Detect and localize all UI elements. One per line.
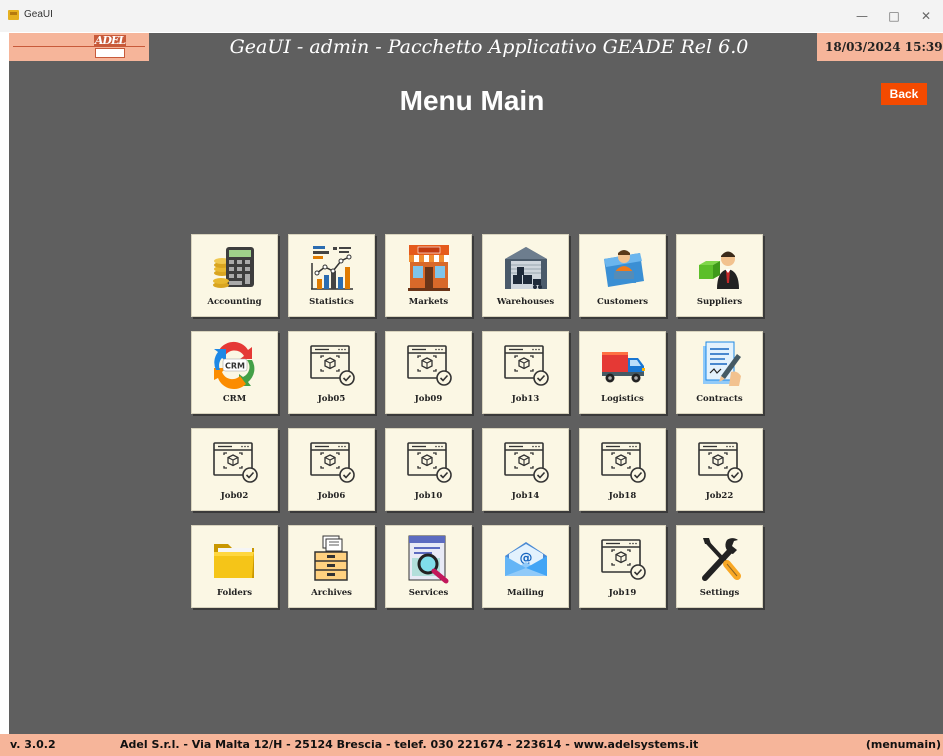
- menu-tile-label: Contracts: [696, 394, 743, 404]
- app-icon: [8, 10, 19, 20]
- menu-tile-label: Job22: [705, 491, 734, 501]
- menu-tile-settings[interactable]: Settings: [676, 525, 763, 608]
- page-title: Menu Main: [399, 85, 545, 116]
- status-footer: v. 3.0.2 Adel S.r.l. - Via Malta 12/H - …: [0, 734, 943, 756]
- job-window-icon: [600, 534, 646, 584]
- menu-tile-contracts[interactable]: Contracts: [676, 331, 763, 414]
- window-title: GeaUI: [24, 9, 53, 20]
- job-window-icon: [600, 437, 646, 487]
- menu-tile-accounting[interactable]: Accounting: [191, 234, 278, 317]
- header-title: GeaUI - admin - Pacchetto Applicativo GE…: [229, 36, 749, 58]
- job-window-icon: [406, 437, 452, 487]
- menu-tile-label: Markets: [408, 297, 449, 307]
- job-window-icon: [406, 340, 452, 390]
- menu-tile-label: Suppliers: [696, 297, 743, 307]
- job-window-icon: [309, 437, 355, 487]
- menu-tile-job10[interactable]: Job10: [385, 428, 472, 511]
- menu-tile-customers[interactable]: Customers: [579, 234, 666, 317]
- menu-tile-job06[interactable]: Job06: [288, 428, 375, 511]
- menu-tile-warehouses[interactable]: Warehouses: [482, 234, 569, 317]
- menu-tile-label: Job10: [414, 491, 443, 501]
- menu-tile-markets[interactable]: Markets: [385, 234, 472, 317]
- menu-tile-job05[interactable]: Job05: [288, 331, 375, 414]
- menu-tile-job22[interactable]: Job22: [676, 428, 763, 511]
- back-button[interactable]: Back: [881, 83, 927, 105]
- wrench-screwdriver-icon: [697, 534, 743, 584]
- menu-tile-label: Warehouses: [496, 297, 555, 307]
- close-button[interactable]: ✕: [912, 4, 940, 28]
- menu-tile-job02[interactable]: Job02: [191, 428, 278, 511]
- menu-tile-label: Archives: [311, 588, 352, 598]
- menu-tile-job13[interactable]: Job13: [482, 331, 569, 414]
- menu-tile-label: Job06: [317, 491, 346, 501]
- screen-id: (menumain): [865, 738, 941, 751]
- archive-cabinet-icon: [309, 534, 355, 584]
- job-window-icon: [503, 437, 549, 487]
- menu-tile-suppliers[interactable]: Suppliers: [676, 234, 763, 317]
- menu-tile-label: Folders: [216, 588, 253, 598]
- menu-tile-job19[interactable]: Job19: [579, 525, 666, 608]
- menu-tile-label: Settings: [699, 588, 740, 598]
- calculator-coins-icon: [212, 243, 258, 293]
- contract-sign-icon: [697, 340, 743, 390]
- main-area: Menu Main Back Accounting Statistics Marke…: [9, 61, 943, 734]
- truck-icon: [600, 340, 646, 390]
- mail-envelope-icon: @: [503, 534, 549, 584]
- menu-tile-label: Job09: [414, 394, 443, 404]
- menu-tile-label: Job19: [608, 588, 637, 598]
- menu-tile-label: Customers: [597, 297, 648, 307]
- menu-tile-label: Mailing: [507, 588, 544, 598]
- crm-cycle-icon: CRM: [212, 340, 258, 390]
- datetime-display: 18/03/2024 15:39:53: [817, 33, 943, 61]
- menu-tile-label: Logistics: [601, 394, 644, 404]
- adel-logo: ADEL: [9, 33, 149, 61]
- menu-tile-label: Job02: [220, 491, 249, 501]
- menu-tile-label: Accounting: [207, 297, 262, 307]
- menu-tile-label: Job18: [608, 491, 637, 501]
- app-header: ADEL GeaUI - admin - Pacchetto Applicati…: [9, 33, 943, 61]
- menu-tile-statistics[interactable]: Statistics: [288, 234, 375, 317]
- menu-tile-services[interactable]: Services: [385, 525, 472, 608]
- menu-tile-label: Job14: [511, 491, 540, 501]
- job-window-icon: [309, 340, 355, 390]
- svg-text:CRM: CRM: [225, 362, 245, 371]
- supplier-person-icon: [697, 243, 743, 293]
- company-info: Adel S.r.l. - Via Malta 12/H - 25124 Bre…: [120, 738, 699, 751]
- menu-tile-logistics[interactable]: Logistics: [579, 331, 666, 414]
- menu-tile-label: Statistics: [309, 297, 354, 307]
- job-window-icon: [212, 437, 258, 487]
- maximize-button[interactable]: □: [880, 4, 908, 28]
- statistics-chart-icon: [309, 243, 355, 293]
- menu-tile-archives[interactable]: Archives: [288, 525, 375, 608]
- customer-person-icon: [600, 243, 646, 293]
- folder-icon: [212, 534, 258, 584]
- menu-tile-label: Services: [408, 588, 449, 598]
- menu-tile-label: CRM: [222, 394, 247, 404]
- menu-tile-folders[interactable]: Folders: [191, 525, 278, 608]
- services-magnifier-icon: [406, 534, 452, 584]
- menu-tile-mailing[interactable]: @ Mailing: [482, 525, 569, 608]
- version-label: v. 3.0.2: [10, 738, 56, 751]
- menu-tile-job18[interactable]: Job18: [579, 428, 666, 511]
- job-window-icon: [697, 437, 743, 487]
- window-titlebar: GeaUI — □ ✕: [0, 0, 943, 32]
- market-shop-icon: [406, 243, 452, 293]
- warehouse-icon: [503, 243, 549, 293]
- menu-tile-job14[interactable]: Job14: [482, 428, 569, 511]
- minimize-button[interactable]: —: [848, 4, 876, 28]
- menu-tile-label: Job13: [511, 394, 540, 404]
- menu-tile-job09[interactable]: Job09: [385, 331, 472, 414]
- menu-tile-label: Job05: [317, 394, 346, 404]
- job-window-icon: [503, 340, 549, 390]
- menu-tile-crm[interactable]: CRM CRM: [191, 331, 278, 414]
